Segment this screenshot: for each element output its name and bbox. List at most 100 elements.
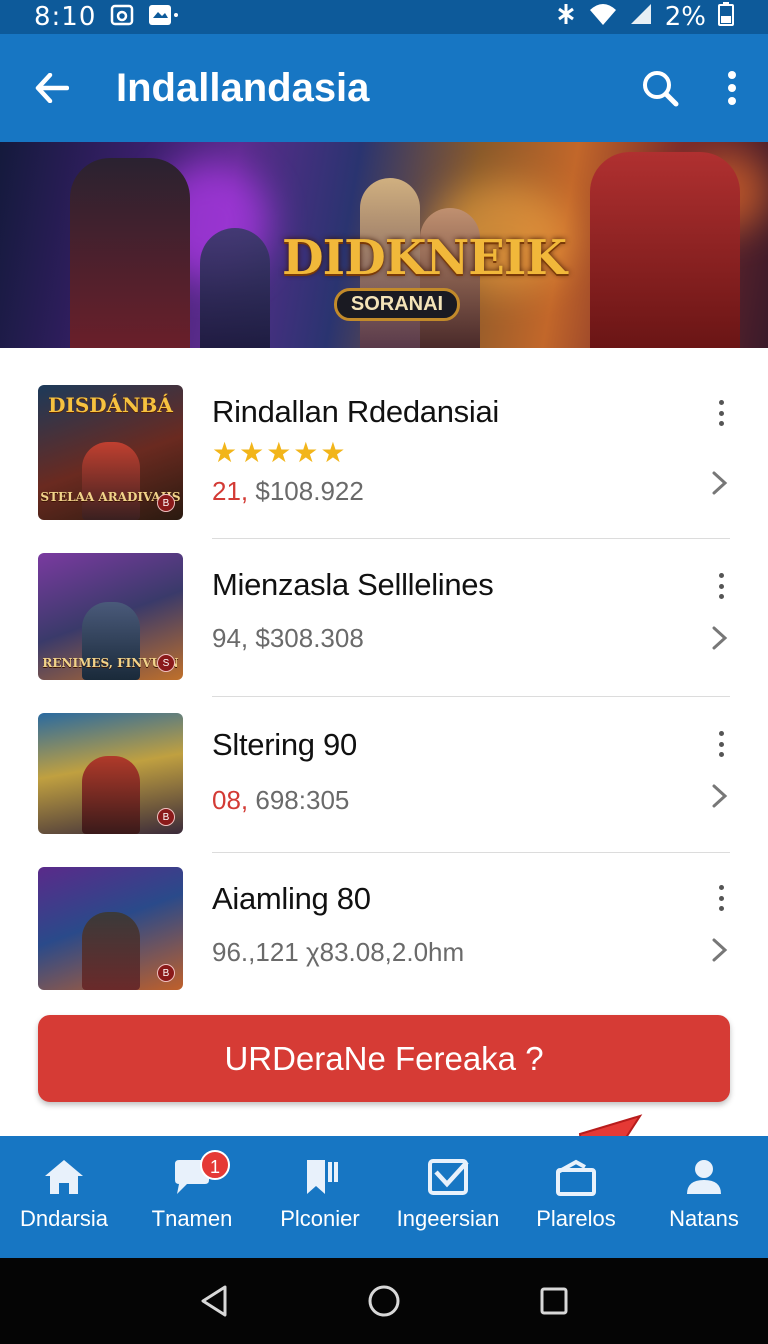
more-dot xyxy=(718,906,724,911)
banner-logo-text: DIDKNEIK xyxy=(282,230,567,286)
more-vertical-icon xyxy=(728,71,736,105)
nav-label: Plarelos xyxy=(536,1206,616,1231)
item-more-button[interactable] xyxy=(712,731,730,757)
nav-label: Ingeersian xyxy=(396,1206,500,1231)
battery-icon xyxy=(718,1,734,33)
nav-item-natans[interactable]: Natans xyxy=(640,1136,768,1258)
game-thumbnail: RENIMES, FINVUIN S xyxy=(38,553,183,680)
more-dot xyxy=(718,752,724,757)
more-dot xyxy=(718,594,724,599)
item-title: Sltering 90 xyxy=(212,727,357,762)
banner-character xyxy=(200,228,270,348)
recents-square-icon[interactable] xyxy=(539,1286,569,1316)
nav-item-tnamen[interactable]: 1 Tnamen xyxy=(128,1136,256,1258)
hero-banner[interactable]: DIDKNEIK SORANAI xyxy=(0,142,768,348)
more-dot xyxy=(718,400,724,405)
game-thumbnail: B xyxy=(38,713,183,834)
status-bar: 8:10 2% xyxy=(0,0,768,34)
bottom-navigation: Dndarsia 1 Tnamen Plconier Ingeersian Pl… xyxy=(0,1136,768,1258)
nav-item-dndarsia[interactable]: Dndarsia xyxy=(0,1136,128,1258)
item-title: Rindallan Rdedansiai xyxy=(212,394,499,429)
nav-label: Plconier xyxy=(280,1206,360,1231)
page-title: Indallandasia xyxy=(116,65,370,110)
list-item[interactable]: DISDÁNBÁ STELAA ARADIVAIIS B Rindallan R… xyxy=(0,348,768,538)
more-dot xyxy=(718,885,724,890)
item-subtitle-value: $108.922 xyxy=(248,476,364,506)
thumbnail-title: DISDÁNBÁ xyxy=(48,393,173,417)
thumbnail-art xyxy=(81,442,140,520)
chevron-right-icon[interactable] xyxy=(706,470,732,496)
thumbnail-badge: B xyxy=(157,964,175,982)
game-thumbnail: DISDÁNBÁ STELAA ARADIVAIIS B xyxy=(38,385,183,520)
star-rating: ★★★★★ xyxy=(212,437,348,468)
back-button[interactable] xyxy=(0,34,104,142)
status-bar-right: 2% xyxy=(555,1,734,33)
more-dot xyxy=(718,895,724,901)
person-icon xyxy=(687,1160,721,1194)
notification-badge: 1 xyxy=(200,1150,230,1180)
nav-item-plarelos[interactable]: Plarelos xyxy=(512,1136,640,1258)
photo-icon xyxy=(110,4,134,31)
item-subtitle-value: 96.,121 χ83.08,2.0hm xyxy=(212,937,465,967)
system-navigation-bar xyxy=(0,1258,768,1344)
thumbnail-art xyxy=(81,912,140,990)
status-bar-left: 8:10 xyxy=(34,2,555,32)
banner-logo: DIDKNEIK SORANAI xyxy=(282,230,567,321)
arrow-left-icon xyxy=(35,73,69,103)
home-circle-icon[interactable] xyxy=(367,1284,401,1318)
item-more-button[interactable] xyxy=(712,400,730,426)
more-dot xyxy=(718,573,724,578)
battery-text: 2% xyxy=(664,2,706,32)
notification-icon xyxy=(148,4,179,31)
thumbnail-art xyxy=(81,756,140,834)
thumbnail-badge: S xyxy=(157,654,175,672)
more-dot xyxy=(718,421,724,426)
banner-character-left xyxy=(70,158,190,348)
nav-item-ingeersian[interactable]: Ingeersian xyxy=(384,1136,512,1258)
item-more-button[interactable] xyxy=(712,885,730,911)
more-dot xyxy=(718,410,724,416)
item-subtitle-value: 94, $308.308 xyxy=(212,623,364,653)
search-icon xyxy=(643,71,679,107)
inbox-icon xyxy=(556,1159,596,1196)
chevron-right-icon[interactable] xyxy=(706,937,732,963)
item-subtitle: 94, $308.308 xyxy=(212,623,364,654)
list-item[interactable]: B Aiamling 80 96.,121 χ83.08,2.0hm xyxy=(0,853,768,1003)
thumbnail-badge: B xyxy=(157,808,175,826)
primary-action-button[interactable]: URDeraNe Fereaka ? xyxy=(38,1015,730,1102)
item-subtitle: 21, $108.922 xyxy=(212,476,364,507)
item-subtitle-highlight: 21, xyxy=(212,476,249,506)
item-subtitle-highlight: 08, xyxy=(212,785,249,815)
back-triangle-icon[interactable] xyxy=(199,1284,229,1318)
nav-label: Dndarsia xyxy=(19,1206,109,1231)
signal-icon xyxy=(629,2,653,33)
more-dot xyxy=(718,731,724,736)
item-title: Aiamling 80 xyxy=(212,881,371,916)
checkbox-icon xyxy=(428,1159,469,1195)
nav-label: Natans xyxy=(669,1206,739,1231)
item-title: Mienzasla Selllelines xyxy=(212,567,494,602)
list-item[interactable]: RENIMES, FINVUIN S Mienzasla Selllelines… xyxy=(0,539,768,697)
nav-item-plconier[interactable]: Plconier xyxy=(256,1136,384,1258)
banner-sublogo: SORANAI xyxy=(333,288,461,321)
bluetooth-icon xyxy=(555,2,577,33)
more-dot xyxy=(718,583,724,589)
item-more-button[interactable] xyxy=(712,573,730,599)
list-item[interactable]: B Sltering 90 08, 698:305 xyxy=(0,697,768,852)
item-subtitle-value: 698:305 xyxy=(248,785,350,815)
nav-label: Tnamen xyxy=(151,1206,233,1231)
chevron-right-icon[interactable] xyxy=(706,783,732,809)
app-bar: Indallandasia xyxy=(0,34,768,142)
chevron-right-icon[interactable] xyxy=(706,625,732,651)
item-subtitle: 08, 698:305 xyxy=(212,785,349,816)
more-dot xyxy=(718,741,724,747)
wifi-icon xyxy=(589,2,617,33)
home-icon xyxy=(45,1160,83,1194)
banner-character-right xyxy=(590,152,740,348)
thumbnail-badge: B xyxy=(157,494,175,512)
item-subtitle: 96.,121 χ83.08,2.0hm xyxy=(212,937,464,968)
more-options-button[interactable] xyxy=(696,34,768,142)
bookmark-icon xyxy=(307,1160,338,1194)
search-button[interactable] xyxy=(624,34,696,142)
status-time: 8:10 xyxy=(34,2,97,32)
